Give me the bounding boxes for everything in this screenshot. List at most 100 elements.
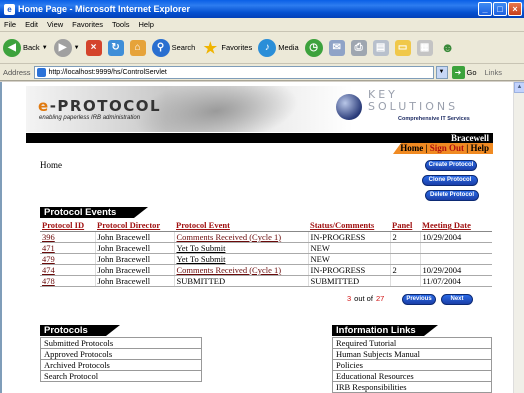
- menu-favorites[interactable]: Favorites: [72, 20, 103, 29]
- next-button[interactable]: Next: [441, 294, 473, 305]
- submitted-protocols-link[interactable]: Submitted Protocols: [40, 337, 202, 349]
- required-tutorial-link[interactable]: Required Tutorial: [332, 337, 492, 349]
- previous-button[interactable]: Previous: [402, 294, 436, 305]
- protocol-event-link[interactable]: Yet To Submit: [173, 242, 308, 254]
- protocol-event-link[interactable]: Yet To Submit: [173, 253, 308, 265]
- policies-link[interactable]: Policies: [332, 359, 492, 371]
- protocol-director: John Bracewell: [94, 242, 174, 254]
- edit-button[interactable]: ▤: [372, 39, 389, 56]
- forward-button[interactable]: ▶ ▼: [53, 38, 80, 57]
- favorites-label: Favorites: [221, 43, 253, 52]
- menu-view[interactable]: View: [47, 20, 63, 29]
- col-protocol-director[interactable]: Protocol Director: [95, 220, 174, 232]
- meeting-date: 10/29/2004: [419, 264, 492, 276]
- col-panel[interactable]: Panel: [390, 220, 420, 232]
- site-banner: e-PROTOCOL enabling paperless IRB admini…: [26, 86, 493, 132]
- meeting-date: 10/29/2004: [419, 231, 492, 243]
- minimize-button[interactable]: _: [478, 2, 492, 16]
- col-protocol-id[interactable]: Protocol ID: [40, 220, 95, 232]
- home-button[interactable]: ⌂: [129, 39, 146, 56]
- protocol-event-link[interactable]: Comments Received (Cycle 1): [173, 231, 308, 243]
- print-icon: ⎙: [350, 39, 367, 56]
- address-dropdown-button[interactable]: ▼: [435, 65, 448, 79]
- approved-protocols-link[interactable]: Approved Protocols: [40, 348, 202, 360]
- history-button[interactable]: ◷: [304, 38, 323, 57]
- edit-page-icon: ▤: [372, 39, 389, 56]
- human-subjects-manual-link[interactable]: Human Subjects Manual: [332, 348, 492, 360]
- folder-icon: ▭: [394, 39, 411, 56]
- print-button[interactable]: ⎙: [350, 39, 367, 56]
- refresh-icon: ↻: [107, 39, 124, 56]
- research-button[interactable]: ▦: [416, 39, 433, 56]
- ie-icon: e: [4, 3, 15, 15]
- maximize-button[interactable]: □: [493, 2, 507, 16]
- menu-help[interactable]: Help: [139, 20, 154, 29]
- stop-button[interactable]: ×: [85, 39, 102, 56]
- protocols-list: Submitted Protocols Approved Protocols A…: [40, 337, 202, 382]
- window-titlebar: e Home Page - Microsoft Internet Explore…: [0, 0, 524, 18]
- chevron-down-icon: ▼: [41, 44, 48, 51]
- research-icon: ▦: [416, 39, 433, 56]
- scroll-up-icon[interactable]: ▲: [514, 82, 524, 93]
- protocol-status: SUBMITTED: [307, 275, 390, 287]
- protocol-event-link[interactable]: Comments Received (Cycle 1): [173, 264, 308, 276]
- protocol-id-link[interactable]: 479: [40, 253, 95, 265]
- pager-current: 3: [347, 294, 352, 303]
- home-icon: ⌂: [129, 39, 146, 56]
- table-row: 471 John Bracewell Yet To Submit NEW: [40, 242, 492, 254]
- table-row: 478 John Bracewell SUBMITTED SUBMITTED 1…: [40, 275, 492, 287]
- favorites-button[interactable]: ★ Favorites: [201, 39, 253, 57]
- protocol-id-link[interactable]: 478: [40, 275, 95, 287]
- protocol-id-link[interactable]: 396: [40, 231, 95, 243]
- archived-protocols-link[interactable]: Archived Protocols: [40, 359, 202, 371]
- delete-protocol-button[interactable]: Delete Protocol: [425, 190, 479, 201]
- mail-button[interactable]: ✉: [328, 39, 345, 56]
- media-button[interactable]: ♪ Media: [258, 38, 299, 57]
- nav-help-link[interactable]: Help: [470, 143, 489, 153]
- chevron-down-icon: ▼: [73, 44, 80, 51]
- protocol-id-link[interactable]: 474: [40, 264, 95, 276]
- table-row: 479 John Bracewell Yet To Submit NEW: [40, 253, 492, 265]
- menu-file[interactable]: File: [4, 20, 16, 29]
- history-icon: ◷: [304, 38, 323, 57]
- close-button[interactable]: ×: [508, 2, 522, 16]
- educational-resources-link[interactable]: Educational Resources: [332, 370, 492, 382]
- messenger-button[interactable]: ☻: [439, 39, 457, 57]
- refresh-button[interactable]: ↻: [107, 39, 124, 56]
- clone-protocol-button[interactable]: Clone Protocol: [422, 175, 478, 186]
- folder-button[interactable]: ▭: [394, 39, 411, 56]
- go-button[interactable]: ➜ Go: [451, 65, 477, 79]
- nav-home-link[interactable]: Home: [400, 143, 423, 153]
- eprotocol-logo[interactable]: e-PROTOCOL: [38, 97, 161, 115]
- irb-responsibilities-link[interactable]: IRB Responsibilities: [332, 381, 492, 393]
- page-title: Home: [40, 160, 62, 170]
- create-protocol-button[interactable]: Create Protocol: [425, 160, 477, 171]
- nav-signout-link[interactable]: Sign Out: [430, 143, 464, 153]
- menu-tools[interactable]: Tools: [112, 20, 130, 29]
- back-label: Back: [23, 43, 40, 52]
- protocol-id-link[interactable]: 471: [40, 242, 95, 254]
- vertical-scrollbar[interactable]: ▲: [513, 82, 524, 393]
- menu-edit[interactable]: Edit: [25, 20, 38, 29]
- pager-total: 27: [375, 294, 385, 303]
- go-label: Go: [466, 67, 477, 77]
- back-arrow-icon: ◀: [3, 38, 21, 57]
- address-input[interactable]: http://localhost:9999/hs/ControlServlet: [33, 65, 434, 79]
- back-button[interactable]: ◀ Back ▼: [3, 38, 48, 57]
- search-button[interactable]: ⚲ Search: [151, 38, 195, 57]
- search-icon: ⚲: [151, 38, 170, 57]
- search-protocol-link[interactable]: Search Protocol: [40, 370, 202, 382]
- col-meeting-date[interactable]: Meeting Date: [420, 220, 492, 232]
- user-name-bar: Bracewell: [26, 133, 493, 143]
- address-label: Address: [3, 67, 31, 77]
- table-row: 474 John Bracewell Comments Received (Cy…: [40, 264, 492, 276]
- address-url: http://localhost:9999/hs/ControlServlet: [48, 68, 167, 76]
- protocol-panel: [389, 275, 420, 287]
- col-protocol-event[interactable]: Protocol Event: [174, 220, 308, 232]
- protocol-status: NEW: [307, 242, 390, 254]
- col-status-comments[interactable]: Status/Comments: [308, 220, 390, 232]
- links-button[interactable]: Links: [485, 68, 503, 77]
- events-pager: 3 out of 27: [347, 294, 384, 303]
- logo-tagline: enabling paperless IRB administration: [39, 115, 141, 121]
- protocol-director: John Bracewell: [94, 264, 174, 276]
